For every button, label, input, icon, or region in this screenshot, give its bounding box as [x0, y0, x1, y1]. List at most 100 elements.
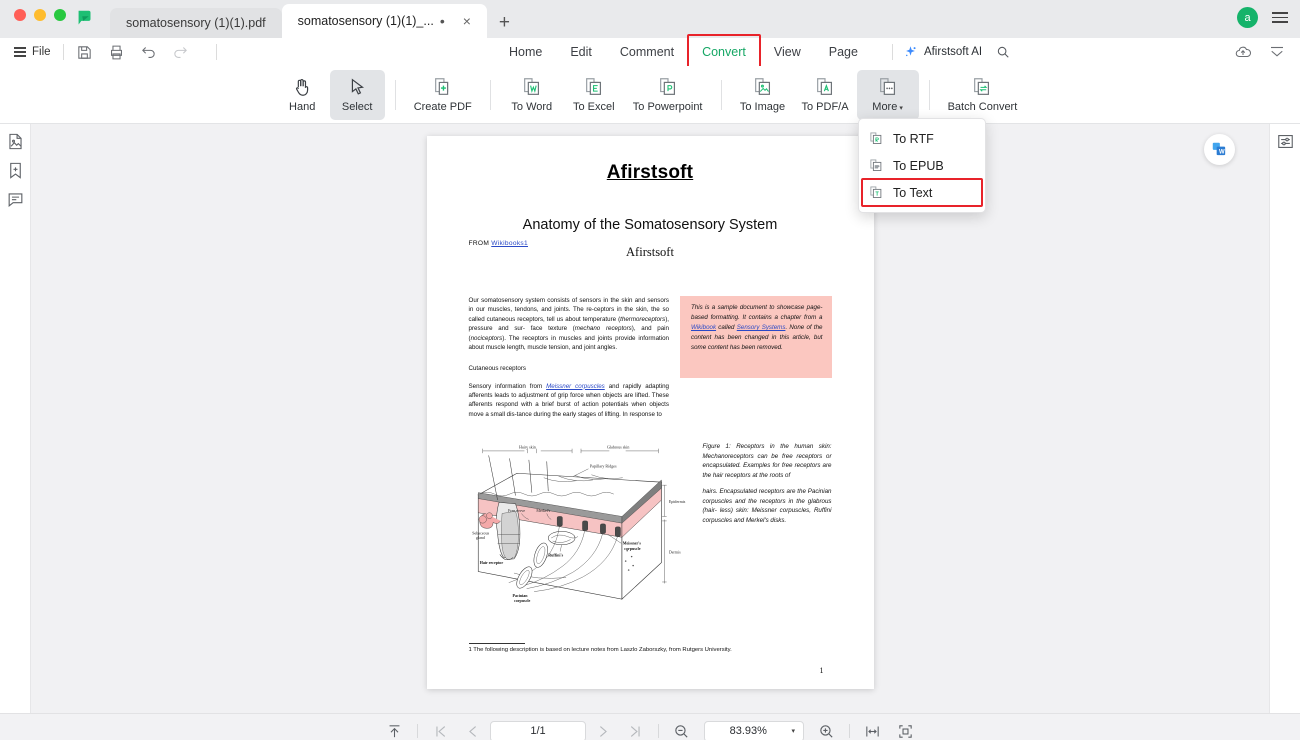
tab-view[interactable]: View	[760, 42, 815, 62]
tab-comment[interactable]: Comment	[606, 42, 688, 62]
document-canvas[interactable]: W Afirstsoft Anatomy of the Somatosensor…	[31, 124, 1269, 713]
to-rtf-icon	[869, 131, 884, 146]
meissner-corpuscles-link[interactable]: Meissner corpuscles	[546, 383, 605, 390]
last-page-icon[interactable]	[627, 723, 644, 740]
prev-page-icon[interactable]	[465, 723, 482, 740]
from-label: FROM	[468, 240, 490, 247]
window-controls[interactable]	[14, 9, 66, 21]
footnote-rule	[468, 643, 525, 644]
more-icon	[877, 76, 899, 98]
menu-bar: File Home Edit Comment Convert View Page	[0, 34, 1300, 70]
tab-document-2[interactable]: somatosensory (1)(1)_... • ×	[281, 4, 487, 38]
collapse-ribbon-icon[interactable]	[1268, 43, 1286, 61]
page-number-input[interactable]: 1/1	[490, 720, 586, 740]
tab-edit[interactable]: Edit	[556, 42, 606, 62]
hand-icon	[291, 76, 313, 98]
comment-icon[interactable]	[6, 190, 25, 209]
redo-icon[interactable]	[172, 44, 189, 61]
avatar[interactable]: a	[1237, 7, 1258, 28]
dropdown-item-label: To Text	[893, 185, 933, 200]
cursor-select-icon	[346, 76, 368, 98]
tab-home[interactable]: Home	[495, 42, 556, 62]
undo-icon[interactable]	[140, 44, 157, 61]
to-excel-button[interactable]: To Excel	[563, 70, 625, 120]
create-pdf-icon	[432, 76, 454, 98]
hamburger-menu-icon[interactable]	[1272, 12, 1288, 23]
close-window-button[interactable]	[14, 9, 26, 21]
document-page-number: 1	[819, 666, 824, 675]
hand-tool-button[interactable]: Hand	[275, 70, 330, 120]
batch-convert-button[interactable]: Batch Convert	[940, 70, 1026, 120]
footnote-marker: 1	[524, 240, 528, 247]
zoom-level-select[interactable]: 83.93% ▾	[704, 720, 804, 740]
convert-to-word-badge[interactable]: W	[1204, 134, 1235, 165]
afirstsoft-ai-button[interactable]: Afirstsoft AI	[903, 45, 982, 60]
divider	[62, 44, 64, 60]
first-page-icon[interactable]	[432, 723, 449, 740]
dropdown-item-to-epub[interactable]: EP To EPUB	[859, 152, 985, 179]
tab-convert[interactable]: Convert	[687, 34, 761, 70]
divider	[928, 79, 930, 110]
zoom-level-value: 83.93%	[729, 725, 767, 737]
more-convert-dropdown[interactable]: To RTF EP To EPUB To Text	[858, 118, 986, 213]
title-bar: somatosensory (1)(1).pdf somatosensory (…	[0, 0, 1300, 38]
workspace: W Afirstsoft Anatomy of the Somatosensor…	[0, 124, 1300, 713]
pdf-page[interactable]: Afirstsoft Anatomy of the Somatosensory …	[426, 136, 874, 689]
more-convert-button[interactable]: More ▾	[856, 69, 919, 120]
svg-text:corpuscle: corpuscle	[513, 598, 529, 603]
svg-text:Papillary Ridges: Papillary Ridges	[589, 464, 616, 469]
cloud-upload-icon[interactable]	[1234, 43, 1252, 61]
file-menu-icon	[14, 47, 26, 57]
paragraph-1: Our somatosensory system consists of sen…	[468, 297, 670, 352]
figure-caption: Figure 1: Receptors in the human skin: M…	[703, 439, 832, 614]
minimize-window-button[interactable]	[34, 9, 46, 21]
search-icon[interactable]	[996, 45, 1010, 59]
fit-width-icon[interactable]	[864, 723, 881, 740]
new-tab-button[interactable]: +	[487, 12, 522, 38]
dropdown-item-to-rtf[interactable]: To RTF	[859, 125, 985, 152]
file-menu-button[interactable]: File	[14, 46, 51, 58]
titlebar-right-controls: a	[1237, 7, 1288, 28]
to-word-button[interactable]: To Word	[501, 70, 563, 120]
to-pdfa-button[interactable]: To PDF/A	[794, 70, 857, 120]
to-word-icon	[521, 76, 543, 98]
to-image-button[interactable]: To Image	[732, 70, 794, 120]
tab-page[interactable]: Page	[815, 42, 872, 62]
tab-close-icon[interactable]: ×	[463, 13, 471, 29]
document-right-column: This is a sample document to showcase pa…	[680, 296, 832, 419]
create-pdf-button[interactable]: Create PDF	[406, 70, 480, 120]
select-tool-button[interactable]: Select	[329, 69, 385, 120]
to-image-icon	[752, 76, 774, 98]
divider	[394, 79, 396, 110]
next-page-icon[interactable]	[594, 723, 611, 740]
dropdown-item-label: To EPUB	[893, 158, 944, 173]
zoom-in-icon[interactable]	[818, 723, 835, 740]
scroll-to-top-icon[interactable]	[386, 723, 403, 740]
bookmark-add-icon[interactable]	[6, 161, 25, 180]
print-icon[interactable]	[108, 44, 125, 61]
tab-document-1[interactable]: somatosensory (1)(1).pdf	[110, 8, 282, 38]
sensory-systems-link[interactable]: Sensory Systems	[737, 324, 786, 331]
svg-text:gland: gland	[476, 535, 485, 540]
to-powerpoint-button[interactable]: To Powerpoint	[625, 70, 711, 120]
fit-page-icon[interactable]	[897, 723, 914, 740]
wikibooks-link[interactable]: Wikibooks1	[491, 240, 528, 247]
ribbon-group-tools: Hand Select	[275, 69, 385, 120]
svg-text:Merkel's: Merkel's	[536, 508, 550, 513]
figure-caption-part-2: hairs. Encapsulated receptors are the Pa…	[702, 488, 832, 524]
ribbon-tabs[interactable]: Home Edit Comment Convert View Page Afir…	[495, 34, 1010, 70]
svg-text:Hair receptor: Hair receptor	[479, 560, 503, 565]
maximize-window-button[interactable]	[54, 9, 66, 21]
tab-label: Convert	[702, 45, 746, 59]
section-subheading: Cutaneous receptors	[468, 364, 526, 372]
zoom-out-icon[interactable]	[673, 723, 690, 740]
thumbnails-icon[interactable]	[6, 132, 25, 151]
wikibook-link[interactable]: Wikibook	[691, 324, 716, 331]
save-icon[interactable]	[76, 44, 93, 61]
skin-cross-section-figure: .lbl{font-family:"Liberation Serif",seri…	[469, 439, 693, 614]
properties-panel-icon[interactable]	[1276, 132, 1295, 151]
dropdown-item-to-text[interactable]: To Text	[859, 178, 985, 207]
divider	[891, 44, 893, 60]
right-sidebar	[1269, 124, 1300, 713]
to-powerpoint-icon	[657, 76, 679, 98]
